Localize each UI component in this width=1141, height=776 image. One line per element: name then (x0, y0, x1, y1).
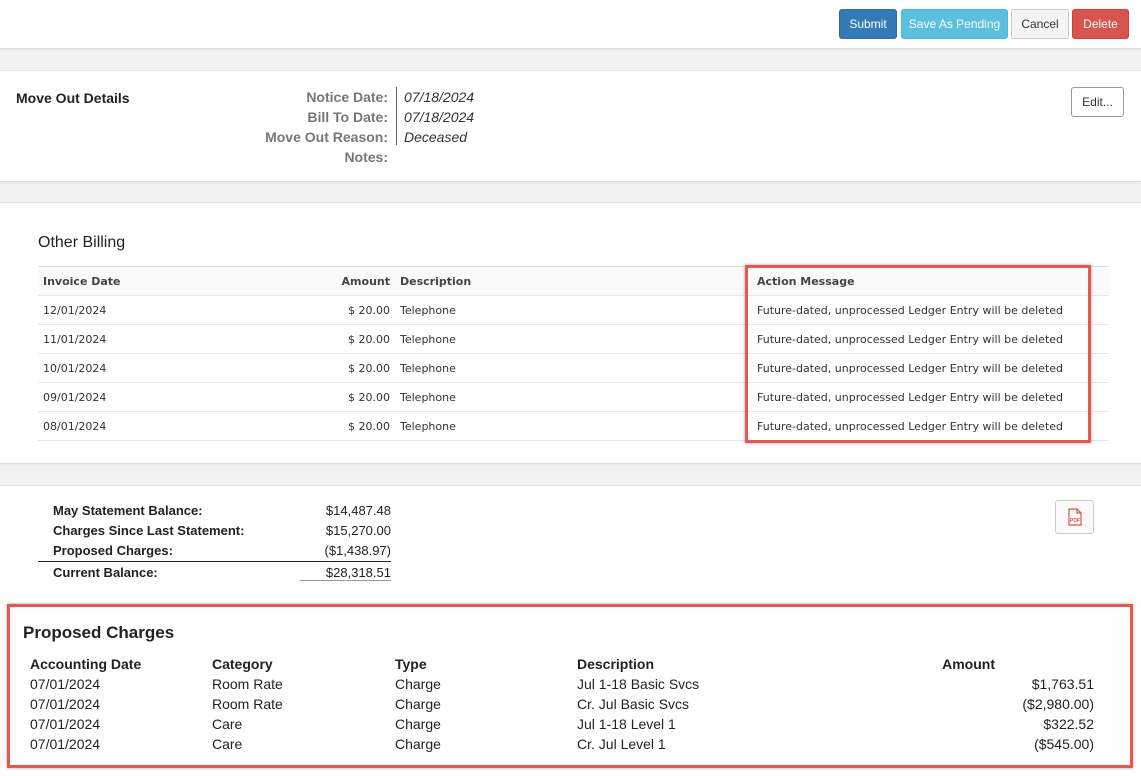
type-cell: Charge (395, 716, 441, 732)
bill-to-date-value: 07/18/2024 (404, 109, 475, 125)
category-header: Category (212, 656, 273, 672)
total-divider (38, 561, 391, 562)
accounting-date-cell: 07/01/2024 (30, 716, 101, 732)
proposed-charges-value: ($1,438.97) (324, 543, 392, 558)
amount-cell: $1,763.51 (1031, 676, 1094, 692)
category-cell: Care (212, 736, 243, 752)
action-message-cell: Future-dated, unprocessed Ledger Entry w… (757, 333, 1064, 346)
field-divider (396, 87, 397, 145)
invoice-date-cell: 08/01/2024 (43, 420, 107, 433)
invoice-date-cell: 12/01/2024 (43, 304, 107, 317)
amount-cell: $322.52 (1043, 716, 1094, 732)
table-row: 07/01/2024 Room Rate Charge Jul 1-18 Bas… (10, 676, 1130, 696)
amount-cell: ($545.00) (1034, 736, 1094, 752)
move-out-details-panel: Move Out Details Notice Date: 07/18/2024… (0, 70, 1141, 182)
pdf-file-icon: PDF (1067, 508, 1082, 526)
description-cell: Cr. Jul Level 1 (577, 736, 666, 752)
other-billing-table: Invoice Date Amount Description Action M… (38, 266, 1109, 441)
pdf-export-button[interactable]: PDF (1055, 500, 1094, 534)
amount-header[interactable]: Amount (342, 275, 390, 288)
description-cell: Telephone (400, 333, 456, 346)
amount-header: Amount (942, 656, 995, 672)
proposed-charges-title: Proposed Charges (23, 623, 175, 642)
save-as-pending-button[interactable]: Save As Pending (901, 9, 1008, 39)
action-message-cell: Future-dated, unprocessed Ledger Entry w… (757, 304, 1064, 317)
table-row: 07/01/2024 Room Rate Charge Cr. Jul Basi… (10, 696, 1130, 716)
cancel-button[interactable]: Cancel (1011, 9, 1069, 39)
statement-balance-label: May Statement Balance: (53, 503, 203, 518)
table-row: 09/01/2024 $ 20.00 Telephone Future-date… (38, 383, 1109, 412)
notes-label: Notes: (344, 149, 388, 165)
charges-since-value: $15,270.00 (325, 523, 391, 538)
description-cell: Jul 1-18 Basic Svcs (577, 676, 700, 692)
other-billing-panel: Other Billing Invoice Date Amount Descri… (0, 202, 1141, 464)
description-cell: Jul 1-18 Level 1 (577, 716, 676, 732)
table-header-row: Invoice Date Amount Description Action M… (38, 266, 1109, 296)
move-out-reason-value: Deceased (404, 129, 468, 145)
table-header-row: Accounting Date Category Type Descriptio… (10, 656, 1130, 676)
accounting-date-cell: 07/01/2024 (30, 696, 101, 712)
action-message-cell: Future-dated, unprocessed Ledger Entry w… (757, 391, 1064, 404)
invoice-date-cell: 11/01/2024 (43, 333, 107, 346)
bill-to-date-label: Bill To Date: (307, 109, 388, 125)
invoice-date-header[interactable]: Invoice Date (43, 275, 121, 288)
amount-cell: ($2,980.00) (1022, 696, 1094, 712)
pdf-icon-text: PDF (1070, 518, 1080, 524)
move-out-reason-label: Move Out Reason: (265, 129, 388, 145)
type-cell: Charge (395, 736, 441, 752)
accounting-date-cell: 07/01/2024 (30, 676, 101, 692)
other-billing-title: Other Billing (38, 234, 126, 251)
invoice-date-cell: 09/01/2024 (43, 391, 107, 404)
amount-cell: $ 20.00 (348, 362, 390, 375)
amount-cell: $ 20.00 (348, 333, 390, 346)
action-bar: Submit Save As Pending Cancel Delete (0, 0, 1141, 49)
amount-cell: $ 20.00 (348, 391, 390, 404)
action-message-cell: Future-dated, unprocessed Ledger Entry w… (757, 420, 1064, 433)
amount-cell: $ 20.00 (348, 304, 390, 317)
amount-cell: $ 20.00 (348, 420, 390, 433)
type-cell: Charge (395, 696, 441, 712)
table-row: 08/01/2024 $ 20.00 Telephone Future-date… (38, 412, 1109, 441)
description-header: Description (577, 656, 655, 672)
submit-button[interactable]: Submit (839, 9, 897, 39)
charges-since-label: Charges Since Last Statement: (53, 523, 245, 538)
current-balance-value: $28,318.51 (325, 565, 391, 580)
category-cell: Room Rate (212, 676, 283, 692)
value-underline (300, 580, 391, 581)
table-row: 12/01/2024 $ 20.00 Telephone Future-date… (38, 296, 1109, 325)
current-balance-label: Current Balance: (53, 565, 158, 580)
action-message-cell: Future-dated, unprocessed Ledger Entry w… (757, 362, 1064, 375)
notice-date-label: Notice Date: (306, 89, 388, 105)
statement-balance-value: $14,487.48 (325, 503, 391, 518)
description-header[interactable]: Description (400, 275, 471, 288)
type-cell: Charge (395, 676, 441, 692)
description-cell: Cr. Jul Basic Svcs (577, 696, 690, 712)
table-row: 10/01/2024 $ 20.00 Telephone Future-date… (38, 354, 1109, 383)
description-cell: Telephone (400, 362, 456, 375)
delete-button[interactable]: Delete (1072, 9, 1129, 39)
accounting-date-header: Accounting Date (30, 656, 142, 672)
table-row: 07/01/2024 Care Charge Cr. Jul Level 1 (… (10, 736, 1130, 756)
accounting-date-cell: 07/01/2024 (30, 736, 101, 752)
table-row: 07/01/2024 Care Charge Jul 1-18 Level 1 … (10, 716, 1130, 736)
category-cell: Room Rate (212, 696, 283, 712)
type-header: Type (395, 656, 427, 672)
proposed-charges-label: Proposed Charges: (53, 543, 173, 558)
description-cell: Telephone (400, 304, 456, 317)
notice-date-value: 07/18/2024 (404, 89, 475, 105)
description-cell: Telephone (400, 391, 456, 404)
action-message-header[interactable]: Action Message (757, 275, 855, 288)
description-cell: Telephone (400, 420, 456, 433)
table-row: 11/01/2024 $ 20.00 Telephone Future-date… (38, 325, 1109, 354)
proposed-charges-panel: Proposed Charges Accounting Date Categor… (7, 604, 1133, 768)
move-out-title: Move Out Details (16, 90, 130, 106)
category-cell: Care (212, 716, 243, 732)
invoice-date-cell: 10/01/2024 (43, 362, 107, 375)
edit-button[interactable]: Edit... (1071, 87, 1124, 117)
